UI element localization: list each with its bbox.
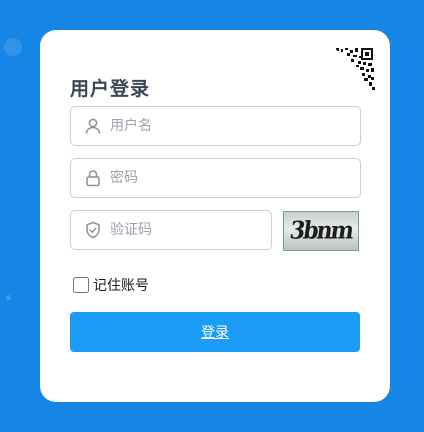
username-field[interactable] [70, 106, 361, 146]
captcha-code: 3bnm [288, 216, 354, 246]
background-decoration [6, 295, 11, 300]
username-input[interactable] [110, 107, 360, 145]
remember-label[interactable]: 记住账号 [93, 275, 149, 295]
lock-icon [84, 169, 102, 187]
page-title: 用户登录 [70, 78, 151, 100]
user-icon [84, 117, 102, 135]
captcha-image[interactable]: 3bnm [283, 211, 359, 251]
password-field[interactable] [70, 158, 361, 198]
login-button[interactable]: 登录 [70, 312, 360, 352]
remember-account: 记住账号 [73, 275, 149, 295]
captcha-field[interactable] [70, 210, 284, 250]
background-decoration [4, 38, 22, 56]
login-card: 用户登录 3bnm 记住账号 [40, 30, 390, 402]
password-input[interactable] [110, 159, 360, 197]
remember-checkbox[interactable] [73, 277, 89, 293]
captcha-input[interactable] [110, 211, 284, 249]
qr-code-icon[interactable] [334, 47, 376, 95]
shield-check-icon [84, 221, 102, 239]
